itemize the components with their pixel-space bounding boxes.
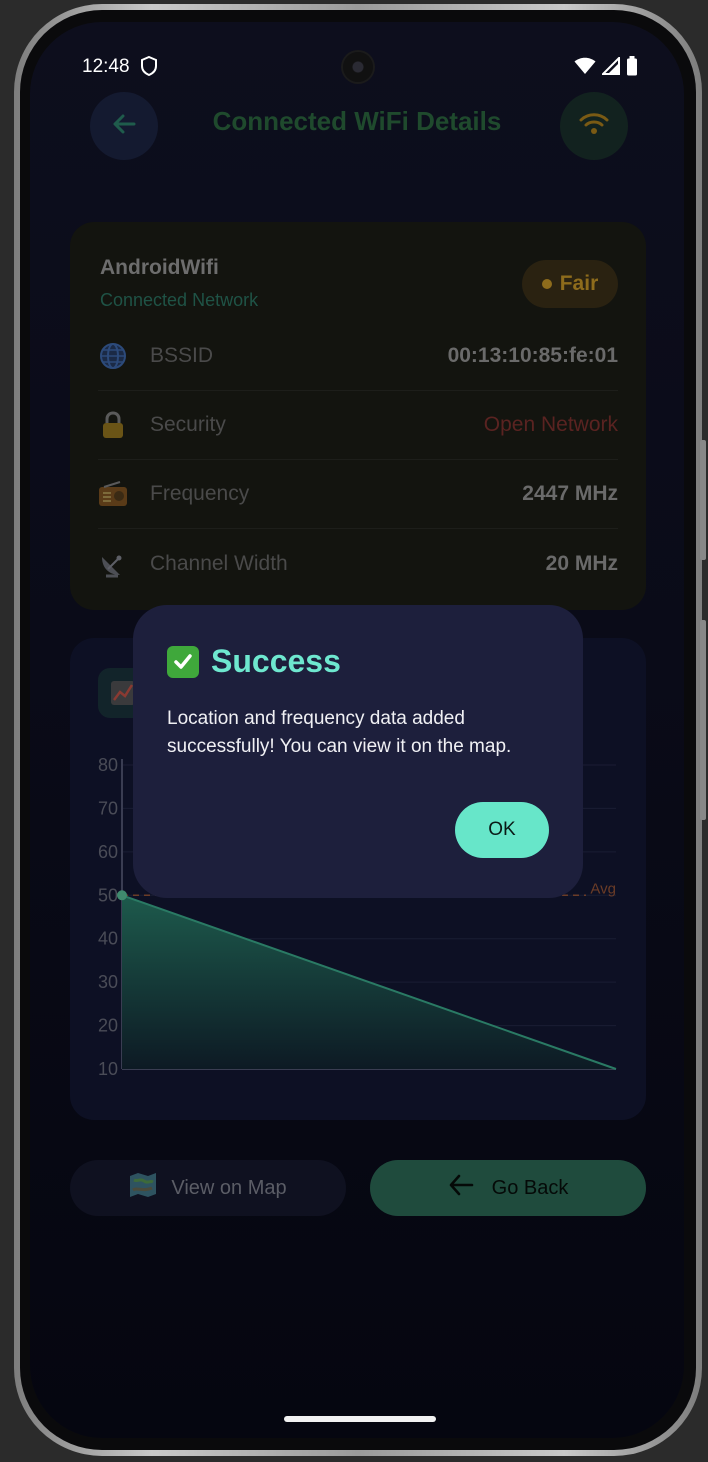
ok-button[interactable]: OK bbox=[455, 802, 549, 858]
info-row-label: Channel Width bbox=[150, 551, 288, 575]
screen: 12:48 Connected WiFi Details AndroidWifi… bbox=[30, 22, 684, 1438]
info-row-value: Open Network bbox=[483, 413, 618, 436]
y-tick-label: 10 bbox=[98, 1059, 118, 1079]
info-row-value: 00:13:10:85:fe:01 bbox=[447, 344, 618, 367]
radio-icon bbox=[98, 479, 128, 509]
page-title: Connected WiFi Details bbox=[212, 106, 502, 136]
network-subtitle: Connected Network bbox=[100, 290, 259, 310]
front-camera bbox=[343, 52, 373, 82]
info-row-bssid: BSSID 00:13:10:85:fe:01 bbox=[98, 322, 618, 391]
battery-icon bbox=[626, 56, 638, 81]
globe-icon bbox=[98, 341, 128, 371]
back-button[interactable] bbox=[90, 92, 158, 160]
dialog-title: Success bbox=[211, 643, 341, 679]
y-tick-label: 50 bbox=[98, 885, 118, 905]
dialog-header: Success bbox=[167, 643, 341, 680]
shield-icon bbox=[140, 55, 158, 81]
wifi-status-button[interactable] bbox=[560, 92, 628, 160]
signal-quality-badge: Fair bbox=[522, 260, 618, 308]
y-tick-label: 40 bbox=[98, 929, 118, 949]
check-mark-icon bbox=[167, 645, 199, 678]
info-row-value: 20 MHz bbox=[545, 551, 618, 575]
arrow-left-icon bbox=[110, 110, 138, 143]
status-bar: 12:48 bbox=[30, 22, 684, 102]
y-tick-label: 60 bbox=[98, 842, 118, 862]
info-row-frequency: Frequency 2447 MHz bbox=[98, 460, 618, 529]
arrow-left-icon bbox=[448, 1173, 474, 1203]
volume-button bbox=[700, 620, 706, 820]
status-time: 12:48 bbox=[82, 56, 130, 77]
info-row-label: Security bbox=[150, 413, 226, 436]
go-back-label: Go Back bbox=[491, 1176, 569, 1199]
y-tick-label: 20 bbox=[98, 1016, 118, 1036]
dialog-message: Location and frequency data added succes… bbox=[167, 708, 512, 757]
info-row-value: 2447 MHz bbox=[522, 482, 618, 505]
go-back-button[interactable]: Go Back bbox=[370, 1160, 646, 1216]
view-on-map-label: View on Map bbox=[171, 1176, 287, 1199]
data-point bbox=[117, 890, 127, 901]
lock-icon bbox=[98, 410, 128, 440]
info-row-label: BSSID bbox=[150, 344, 214, 367]
cell-signal-icon bbox=[600, 55, 620, 80]
satellite-dish-icon bbox=[98, 549, 128, 579]
map-icon bbox=[129, 1172, 157, 1204]
wifi-icon bbox=[579, 112, 609, 141]
network-info-card: AndroidWifi Connected Network Fair BSSID… bbox=[70, 222, 646, 610]
average-label: Avg bbox=[590, 880, 616, 897]
y-tick-label: 70 bbox=[98, 798, 118, 818]
status-dot-icon bbox=[541, 279, 552, 289]
y-tick-label: 80 bbox=[98, 755, 118, 775]
app-header: Connected WiFi Details bbox=[30, 92, 684, 162]
info-row-security: Security Open Network bbox=[98, 391, 618, 460]
info-row-channel-width: Channel Width 20 MHz bbox=[98, 529, 618, 598]
view-on-map-button[interactable]: View on Map bbox=[70, 1160, 346, 1216]
power-button bbox=[700, 440, 706, 560]
wifi-signal-icon bbox=[574, 57, 596, 80]
info-row-label: Frequency bbox=[150, 482, 250, 505]
signal-quality-label: Fair bbox=[559, 272, 599, 295]
home-indicator[interactable] bbox=[284, 1416, 436, 1422]
status-icons bbox=[574, 55, 638, 81]
y-tick-label: 30 bbox=[98, 972, 118, 992]
success-dialog: Success Location and frequency data adde… bbox=[133, 605, 583, 898]
network-name: AndroidWifi bbox=[100, 256, 219, 279]
